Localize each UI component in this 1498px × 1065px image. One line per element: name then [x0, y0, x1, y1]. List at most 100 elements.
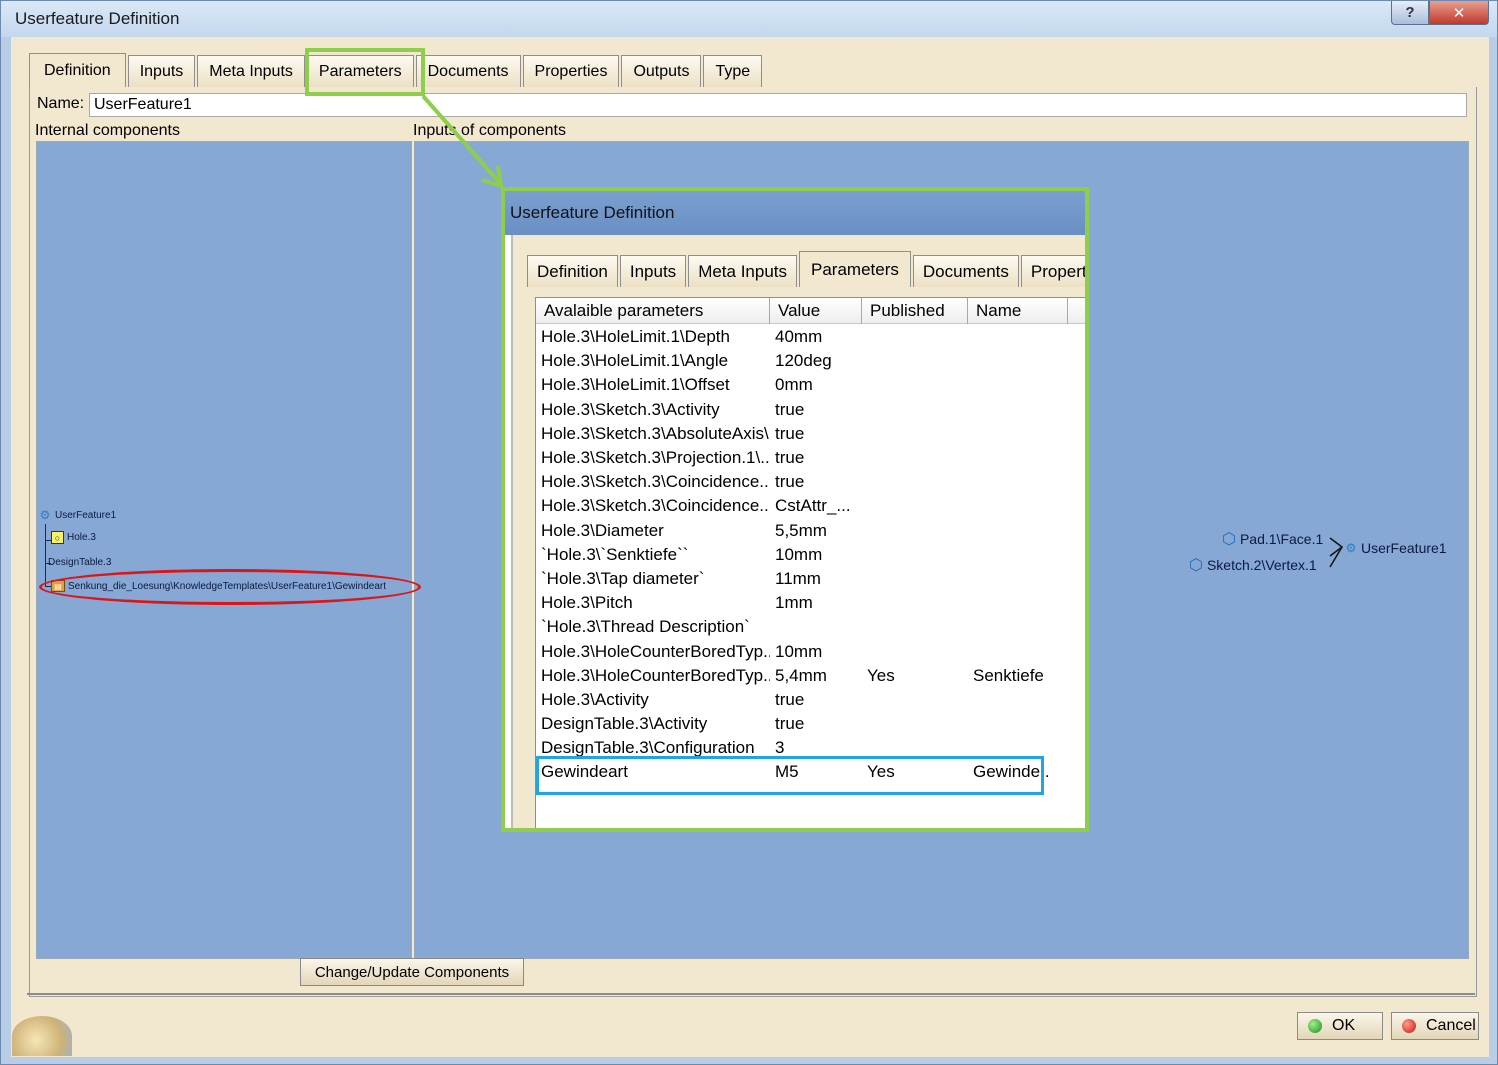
table-row[interactable]: Hole.3\Sketch.3\Coincidence.... true	[536, 470, 1085, 494]
table-row[interactable]: Hole.3\Pitch 1mm	[536, 591, 1085, 615]
title-bar: Userfeature Definition ? ✕	[1, 1, 1497, 37]
input-pad-face[interactable]: ⬡ Pad.1\Face.1	[1222, 529, 1323, 549]
zoom-tab-parameters[interactable]: Parameters	[799, 251, 911, 287]
value-cell: true	[775, 399, 805, 419]
tree-node-label: Hole.3	[67, 532, 96, 543]
tree-node-label: UserFeature1	[55, 509, 117, 521]
blue-highlight-gewindeart-row	[536, 756, 1044, 795]
parameters-table[interactable]: Avalaible parameters Value Published Nam…	[535, 297, 1085, 828]
internal-components-pane[interactable]	[36, 141, 412, 959]
tree-node-label: DesignTable.3	[48, 557, 112, 568]
input-label: Sketch.2\Vertex.1	[1206, 557, 1317, 573]
value-cell: 40mm	[775, 327, 823, 347]
parameter-cell: Hole.3\Sketch.3\Coincidence....	[541, 496, 770, 516]
value-cell: 10mm	[775, 641, 823, 661]
value-cell: true	[775, 423, 805, 443]
table-header: Avalaible parameters Value Published Nam…	[536, 298, 1085, 324]
table-row[interactable]: Hole.3\HoleLimit.1\Offset 0mm	[536, 373, 1085, 397]
name-input[interactable]: UserFeature1	[89, 93, 1467, 117]
zoom-tab-definition[interactable]: Definition	[527, 255, 618, 287]
column-header-value[interactable]: Value	[770, 298, 862, 324]
table-row[interactable]: Hole.3\Sketch.3\Coincidence.... CstAttr_.…	[536, 494, 1085, 518]
red-highlight-ellipse	[39, 569, 421, 605]
zoom-client-area: Definition Inputs Meta Inputs Parameters…	[511, 235, 1085, 828]
zoom-window-title: Userfeature Definition	[510, 203, 675, 222]
tree-node-hole[interactable]: ○ Hole.3	[51, 531, 96, 544]
table-row[interactable]: Hole.3\HoleLimit.1\Angle 120deg	[536, 349, 1085, 373]
globe-logo	[12, 1016, 72, 1056]
table-row[interactable]: Hole.3\HoleCounterBoredTyp... 5,4mm Yes Sen…	[536, 664, 1085, 688]
change-update-components-button[interactable]: Change/Update Components	[300, 958, 524, 986]
name-cell: Senktiefe	[973, 665, 1044, 685]
value-cell: 0mm	[775, 375, 813, 395]
table-row[interactable]: Hole.3\Activity true	[536, 688, 1085, 712]
table-row[interactable]: `Hole.3\Tap diameter` 11mm	[536, 567, 1085, 591]
tab-meta-inputs[interactable]: Meta Inputs	[197, 55, 305, 87]
tab-properties[interactable]: Properties	[522, 55, 620, 87]
parameter-cell: Hole.3\HoleLimit.1\Offset	[541, 375, 730, 395]
column-header-parameters[interactable]: Avalaible parameters	[536, 298, 770, 324]
zoom-tab-documents[interactable]: Documents	[912, 255, 1019, 287]
column-header-published[interactable]: Published	[862, 298, 968, 324]
parameter-cell: Hole.3\Sketch.3\Projection.1\...	[541, 448, 770, 468]
zoom-tab-bar: Definition Inputs Meta Inputs Parameters…	[527, 251, 1085, 287]
table-row[interactable]: Hole.3\HoleCounterBoredTyp... 10mm	[536, 639, 1085, 663]
inputs-of-components-label: Inputs of components	[413, 122, 566, 139]
close-button[interactable]: ✕	[1429, 1, 1489, 25]
tab-definition[interactable]: Definition	[29, 53, 126, 87]
ok-button[interactable]: OK	[1297, 1012, 1383, 1040]
cancel-button[interactable]: Cancel	[1391, 1012, 1479, 1040]
table-row[interactable]: Hole.3\Sketch.3\Activity true	[536, 398, 1085, 422]
value-cell: CstAttr_...	[775, 496, 851, 516]
tab-documents[interactable]: Documents	[415, 55, 521, 87]
tab-type[interactable]: Type	[703, 55, 763, 87]
parameter-cell: Hole.3\Pitch	[541, 593, 633, 613]
cancel-icon	[1402, 1019, 1416, 1033]
parameter-cell: Hole.3\Sketch.3\AbsoluteAxis\...	[541, 423, 770, 443]
ok-icon	[1308, 1019, 1322, 1033]
userfeature-icon: ⚙	[1345, 541, 1357, 555]
window-title: Userfeature Definition	[15, 9, 180, 28]
column-header-name[interactable]: Name	[968, 298, 1068, 324]
table-row[interactable]: Hole.3\Diameter 5,5mm	[536, 519, 1085, 543]
parameter-cell: Hole.3\HoleCounterBoredTyp...	[541, 665, 770, 685]
table-row[interactable]: Hole.3\Sketch.3\Projection.1\... true	[536, 446, 1085, 470]
zoomed-parameters-dialog: Userfeature Definition Definition Inputs…	[501, 187, 1089, 832]
tree-connector	[45, 524, 46, 586]
value-cell: 1mm	[775, 593, 813, 613]
table-row[interactable]: Hole.3\Sketch.3\AbsoluteAxis\... true	[536, 422, 1085, 446]
value-cell: true	[775, 472, 805, 492]
table-row[interactable]: Hole.3\HoleLimit.1\Depth 40mm	[536, 325, 1085, 349]
input-sketch-vertex[interactable]: ⬡ Sketch.2\Vertex.1	[1189, 555, 1317, 575]
value-cell: 5,4mm	[775, 665, 827, 685]
parameter-cell: `Hole.3\`Senktiefe``	[541, 544, 689, 564]
value-cell: 120deg	[775, 351, 832, 371]
value-cell: 5,5mm	[775, 520, 827, 540]
output-userfeature[interactable]: ⚙ UserFeature1	[1344, 540, 1447, 556]
help-button[interactable]: ?	[1391, 1, 1429, 25]
zoom-tab-meta-inputs[interactable]: Meta Inputs	[688, 255, 798, 287]
tab-outputs[interactable]: Outputs	[621, 55, 702, 87]
table-row[interactable]: DesignTable.3\Activity true	[536, 712, 1085, 736]
zoom-tab-inputs[interactable]: Inputs	[619, 255, 687, 287]
tree-node-design-table[interactable]: DesignTable.3	[48, 557, 111, 568]
cube-icon: ⬡	[1222, 531, 1236, 548]
parameter-cell: Hole.3\Sketch.3\Coincidence....	[541, 472, 770, 492]
value-cell: true	[775, 448, 805, 468]
value-cell: true	[775, 714, 805, 734]
name-label: Name:	[37, 95, 85, 112]
ok-label: OK	[1332, 1017, 1356, 1034]
table-row[interactable]: `Hole.3\Thread Description`	[536, 615, 1085, 639]
value-cell: 11mm	[775, 568, 821, 588]
tree-node-userfeature[interactable]: ⚙ UserFeature1	[38, 508, 117, 522]
value-cell: 10mm	[775, 544, 823, 564]
cube-icon: ⬡	[1189, 557, 1203, 574]
zoom-tab-properties[interactable]: Propert	[1020, 255, 1085, 287]
tab-inputs[interactable]: Inputs	[127, 55, 196, 87]
internal-components-label: Internal components	[35, 122, 180, 139]
table-row[interactable]: `Hole.3\`Senktiefe`` 10mm	[536, 543, 1085, 567]
parameter-cell: Hole.3\Sketch.3\Activity	[541, 399, 720, 419]
output-label: UserFeature1	[1361, 540, 1447, 556]
value-cell: true	[775, 689, 805, 709]
parameter-cell: Hole.3\Activity	[541, 689, 649, 709]
